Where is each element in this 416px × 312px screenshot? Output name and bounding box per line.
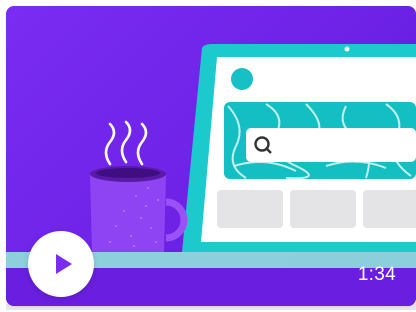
laptop-camera — [344, 46, 350, 52]
screen-card-3 — [363, 190, 416, 228]
screen-card-1 — [217, 190, 283, 228]
screen-card-2 — [290, 190, 356, 228]
video-duration: 1:34 — [357, 264, 396, 285]
coffee-mug-icon — [90, 120, 188, 252]
play-button[interactable] — [28, 231, 94, 297]
steam-lines — [104, 120, 148, 166]
search-bar — [246, 128, 416, 162]
screen-avatar-dot — [231, 68, 253, 90]
laptop-illustration — [182, 44, 416, 252]
video-thumbnail-card[interactable]: 1:34 — [6, 6, 416, 306]
play-icon — [55, 254, 72, 274]
